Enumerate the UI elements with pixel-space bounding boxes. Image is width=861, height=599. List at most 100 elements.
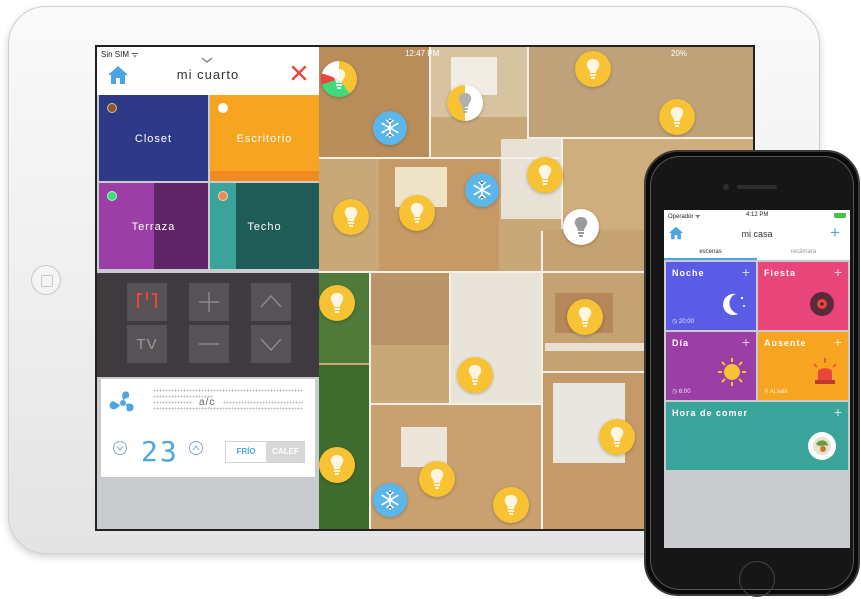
scene-add-icon[interactable]: + <box>834 264 842 280</box>
light-status-dot <box>107 103 117 113</box>
bulb-icon <box>538 165 552 185</box>
food-plate-icon <box>808 432 836 460</box>
scene-card-hora-de-comer[interactable]: Hora de comer + <box>666 402 848 470</box>
moon-icon <box>723 293 745 316</box>
phone-status-carrier: Operador ᯤ <box>668 214 701 220</box>
light-bulb-button[interactable] <box>419 461 455 497</box>
tab-escenas[interactable]: escenas <box>664 246 757 260</box>
light-tile-closet[interactable]: Closet <box>99 95 208 181</box>
iphone-home-button[interactable] <box>739 561 775 597</box>
bulb-icon <box>670 107 684 127</box>
light-bulb-button[interactable] <box>457 357 493 393</box>
light-tile-label: Techo <box>247 221 282 233</box>
mode-heat-button[interactable]: CALEF <box>266 442 305 462</box>
light-tile-escritorio[interactable]: Escritorio <box>210 95 319 181</box>
scene-card-ausente[interactable]: Ausente + ⚲ Al salir <box>758 332 848 400</box>
bulb-icon <box>410 203 424 223</box>
phone-tabs: escenas recámara <box>664 246 850 260</box>
add-scene-button[interactable]: + <box>830 224 840 241</box>
scene-add-icon[interactable]: + <box>834 334 842 350</box>
plan-wall <box>529 137 753 139</box>
light-bulb-button[interactable] <box>659 99 695 135</box>
iphone-screen: Operador ᯤ 4:12 PM mi casa + escenas rec… <box>664 210 850 548</box>
plan-garden <box>319 365 369 529</box>
bulb-icon <box>330 455 344 475</box>
plan-wall <box>371 403 541 405</box>
dimmer-level-bar <box>210 171 319 181</box>
light-bulb-button[interactable] <box>599 419 635 455</box>
light-bulb-button[interactable] <box>563 209 599 245</box>
scene-label: Noche <box>672 268 705 278</box>
ac-label: a/c <box>199 397 216 408</box>
light-status-dot <box>107 191 117 201</box>
snowflake-icon <box>381 490 399 510</box>
ac-divider <box>153 389 303 392</box>
temp-up-button[interactable] <box>189 441 203 455</box>
room-control-panel: Sin SIM ᯤ mi cuarto Closet Escritorio Te… <box>97 47 319 529</box>
scene-add-icon[interactable]: + <box>742 334 750 350</box>
light-bulb-button[interactable] <box>399 195 435 231</box>
scene-label: Día <box>672 338 690 348</box>
light-tile-label: Escritorio <box>236 133 293 145</box>
scene-trigger: ⚲ Al salir <box>764 389 788 395</box>
light-tile-terraza[interactable]: Terraza <box>99 183 208 269</box>
sun-icon <box>718 358 746 386</box>
light-tile-techo[interactable]: Techo <box>210 183 319 269</box>
ac-unit-button[interactable] <box>373 483 407 517</box>
ipad-home-button[interactable] <box>31 265 61 295</box>
light-bulb-button[interactable] <box>567 299 603 335</box>
volume-up-button[interactable] <box>189 283 229 321</box>
scene-add-icon[interactable]: + <box>742 264 750 280</box>
scene-card-noche[interactable]: Noche + ◷ 20:00 <box>666 262 756 330</box>
light-bulb-button[interactable] <box>493 487 529 523</box>
bulb-icon <box>574 217 588 237</box>
plan-wall <box>369 273 371 529</box>
scene-schedule: ◷ 20:00 <box>672 319 694 325</box>
ac-unit-button[interactable] <box>465 173 499 207</box>
light-bulb-button[interactable] <box>319 447 355 483</box>
ipad-status-carrier: Sin SIM ᯤ <box>101 50 139 59</box>
plus-icon <box>199 292 219 312</box>
scene-add-icon[interactable]: + <box>834 404 842 420</box>
close-icon[interactable] <box>291 65 307 81</box>
ac-divider <box>223 401 303 404</box>
scene-card-dia[interactable]: Día + ◷ 6:00 <box>666 332 756 400</box>
mode-cool-button[interactable]: FRÍO <box>226 442 266 462</box>
bulb-icon <box>504 495 518 515</box>
bulb-icon <box>332 69 346 89</box>
channel-down-button[interactable] <box>251 325 291 363</box>
light-bulb-button[interactable] <box>333 199 369 235</box>
light-bulb-button[interactable] <box>575 51 611 87</box>
volume-down-button[interactable] <box>189 325 229 363</box>
tv-power-button[interactable] <box>127 283 167 321</box>
chevron-down-icon[interactable] <box>201 57 213 63</box>
light-bulb-button[interactable] <box>319 285 355 321</box>
fan-icon <box>109 391 134 412</box>
scene-schedule: ◷ 6:00 <box>672 389 691 395</box>
vinyl-record-icon <box>810 292 834 316</box>
scene-card-fiesta[interactable]: Fiesta + <box>758 262 848 330</box>
temp-down-button[interactable] <box>113 441 127 455</box>
ipad-status-time: 12:47 PM <box>405 49 440 58</box>
light-bulb-button[interactable] <box>527 157 563 193</box>
light-tile-label: Terraza <box>131 221 176 233</box>
snowflake-icon <box>381 118 399 138</box>
room-title: mi cuarto <box>176 67 240 82</box>
plan-wall <box>429 47 431 157</box>
phone-status-time: 4:12 PM <box>746 212 769 218</box>
light-status-dot <box>218 103 228 113</box>
tv-remote <box>97 273 319 377</box>
light-bulb-button[interactable] <box>321 61 357 97</box>
temperature-readout: 23 <box>141 435 179 468</box>
home-title: mi casa <box>741 229 773 239</box>
tab-recamara[interactable]: recámara <box>757 246 850 258</box>
ac-control: a/c 23 FRÍO CALEF <box>101 379 315 477</box>
channel-up-button[interactable] <box>251 283 291 321</box>
composite-stage: Sin SIM ᯤ mi cuarto Closet Escritorio Te… <box>0 0 861 599</box>
bulb-icon <box>330 293 344 313</box>
light-bulb-button[interactable] <box>447 85 483 121</box>
light-tiles-grid: Closet Escritorio Terraza Techo <box>97 95 319 271</box>
ac-unit-button[interactable] <box>373 111 407 145</box>
plan-wall <box>319 157 563 159</box>
bulb-icon <box>610 427 624 447</box>
